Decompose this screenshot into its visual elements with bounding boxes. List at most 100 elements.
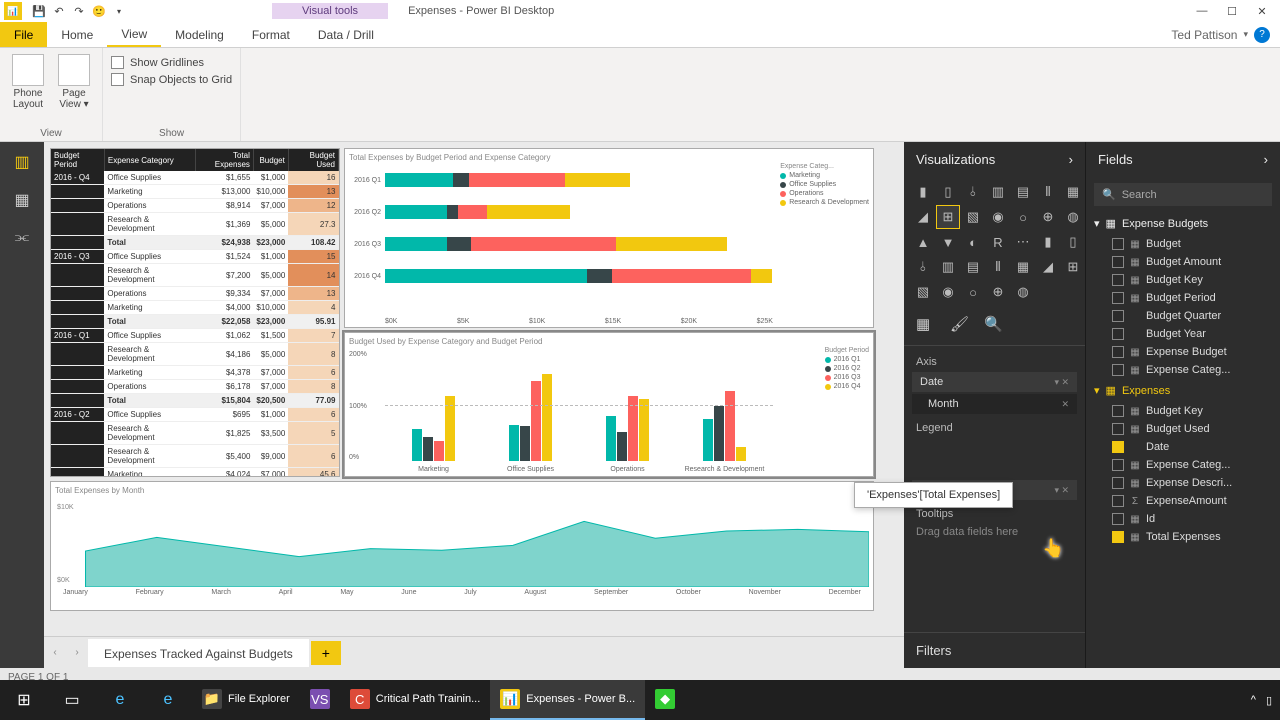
viz-type-button[interactable]: ▧ — [962, 206, 984, 228]
taskbar-item[interactable]: VS — [300, 680, 340, 720]
viz-pane-header[interactable]: Visualizations › — [904, 142, 1085, 177]
nav-model-icon[interactable]: ⫘ — [8, 224, 36, 252]
show-gridlines-checkbox[interactable]: Show Gridlines — [111, 56, 232, 69]
taskbar-item[interactable]: 📁File Explorer — [192, 680, 300, 720]
viz-type-button[interactable]: ▤ — [1012, 181, 1034, 203]
help-icon[interactable]: ? — [1254, 27, 1270, 43]
ie-icon[interactable]: e — [144, 680, 192, 720]
viz-type-button[interactable]: ⊕ — [987, 281, 1009, 303]
viz-type-button[interactable]: ▦ — [1012, 256, 1034, 278]
tray-network-icon[interactable]: ▯ — [1266, 694, 1272, 707]
field-item[interactable]: ΣExpenseAmount — [1086, 492, 1280, 510]
viz-type-button[interactable]: R — [987, 231, 1009, 253]
fields-tab-icon[interactable]: ▦ — [916, 315, 938, 337]
format-tab-icon[interactable]: 🖌 — [950, 315, 972, 337]
emoji-icon[interactable]: 🙂 — [90, 2, 108, 20]
field-item[interactable]: ▦Total Expenses — [1086, 528, 1280, 546]
file-tab[interactable]: File — [0, 22, 47, 47]
viz-type-button[interactable]: ⫰ — [912, 256, 934, 278]
area-chart[interactable]: Total Expenses by Month $10K $0K January… — [50, 481, 874, 611]
nav-data-icon[interactable]: ▦ — [8, 186, 36, 214]
field-item[interactable]: Date — [1086, 438, 1280, 456]
fields-pane-header[interactable]: Fields › — [1086, 142, 1280, 177]
viz-type-button[interactable]: ▯ — [1062, 231, 1084, 253]
menu-tab-format[interactable]: Format — [238, 22, 304, 47]
viz-type-button[interactable]: ⋯ — [1012, 231, 1034, 253]
page-view-button[interactable]: Page View ▾ — [54, 52, 94, 112]
maximize-button[interactable]: ☐ — [1220, 1, 1244, 21]
field-item[interactable]: ▦Expense Budget — [1086, 343, 1280, 361]
field-item[interactable]: ▦Budget Used — [1086, 420, 1280, 438]
viz-type-button[interactable]: ▯ — [937, 181, 959, 203]
close-button[interactable]: ✕ — [1250, 1, 1274, 21]
field-item[interactable]: Budget Quarter — [1086, 307, 1280, 325]
viz-type-button[interactable]: ◉ — [987, 206, 1009, 228]
viz-type-button[interactable]: ⊞ — [1062, 256, 1084, 278]
edge-icon[interactable]: e — [96, 680, 144, 720]
snap-to-grid-checkbox[interactable]: Snap Objects to Grid — [111, 73, 232, 86]
viz-type-button[interactable]: ▤ — [962, 256, 984, 278]
viz-type-button[interactable]: ▼ — [937, 231, 959, 253]
menu-tab-modeling[interactable]: Modeling — [161, 22, 238, 47]
undo-icon[interactable]: ↶ — [50, 2, 68, 20]
field-item[interactable]: ▦Budget — [1086, 235, 1280, 253]
menu-tab-view[interactable]: View — [107, 22, 161, 47]
field-item[interactable]: ▦Expense Categ... — [1086, 361, 1280, 379]
save-icon[interactable]: 💾 — [30, 2, 48, 20]
field-item[interactable]: Budget Year — [1086, 325, 1280, 343]
nav-report-icon[interactable]: ▥ — [8, 148, 36, 176]
viz-type-button[interactable]: ⊞ — [937, 206, 959, 228]
field-item[interactable]: ▦Expense Categ... — [1086, 456, 1280, 474]
field-item[interactable]: ▦Expense Descri... — [1086, 474, 1280, 492]
viz-type-button[interactable]: ▧ — [912, 281, 934, 303]
tray-chevron-icon[interactable]: ^ — [1251, 694, 1256, 706]
legend-empty[interactable] — [904, 436, 1085, 456]
viz-type-button[interactable]: ○ — [1012, 206, 1034, 228]
menu-tab-home[interactable]: Home — [47, 22, 107, 47]
redo-icon[interactable]: ↷ — [70, 2, 88, 20]
viz-type-button[interactable]: ⫰ — [962, 181, 984, 203]
viz-type-button[interactable]: ◍ — [1062, 206, 1084, 228]
stacked-bar-chart[interactable]: Total Expenses by Budget Period and Expe… — [344, 148, 874, 328]
viz-type-button[interactable]: ◉ — [937, 281, 959, 303]
menu-tab-datadrill[interactable]: Data / Drill — [304, 22, 388, 47]
viz-type-button[interactable]: ◢ — [912, 206, 934, 228]
page-tab[interactable]: Expenses Tracked Against Budgets — [88, 639, 309, 667]
minimize-button[interactable]: — — [1190, 1, 1214, 21]
field-item[interactable]: ▦Budget Key — [1086, 271, 1280, 289]
system-tray[interactable]: ^ ▯ — [1251, 694, 1280, 707]
qat-more-icon[interactable]: ▾ — [110, 2, 128, 20]
phone-layout-button[interactable]: Phone Layout — [8, 52, 48, 112]
viz-type-button[interactable]: ▲ — [912, 231, 934, 253]
viz-type-button[interactable]: ⫴ — [987, 256, 1009, 278]
viz-type-button[interactable]: ⊕ — [1037, 206, 1059, 228]
viz-type-button[interactable]: ◍ — [1012, 281, 1034, 303]
viz-type-button[interactable]: ▥ — [937, 256, 959, 278]
taskbar-item[interactable]: ◆ — [645, 680, 685, 720]
field-item[interactable]: ▦Budget Period — [1086, 289, 1280, 307]
axis-field[interactable]: Date ▾ ✕ — [912, 372, 1077, 392]
field-item[interactable]: ▦Budget Key — [1086, 402, 1280, 420]
viz-type-button[interactable]: ▮ — [1037, 231, 1059, 253]
tab-next-button[interactable]: › — [66, 647, 88, 658]
viz-type-button[interactable]: ⫴ — [1037, 181, 1059, 203]
filters-header[interactable]: Filters — [904, 632, 1085, 668]
viz-type-button[interactable]: ◢ — [1037, 256, 1059, 278]
signed-in-user[interactable]: Ted Pattison ▾ ? — [1161, 22, 1280, 47]
task-view-button[interactable]: ▭ — [48, 680, 96, 720]
tab-prev-button[interactable]: ‹ — [44, 647, 66, 658]
viz-type-button[interactable]: ○ — [962, 281, 984, 303]
viz-type-button[interactable]: ▦ — [1062, 181, 1084, 203]
matrix-visual[interactable]: Budget PeriodExpense CategoryTotal Expen… — [50, 148, 340, 477]
field-table-header[interactable]: ▾▦Expenses — [1086, 379, 1280, 402]
viz-type-button[interactable]: ▥ — [987, 181, 1009, 203]
viz-type-button[interactable]: ▮ — [912, 181, 934, 203]
taskbar-item[interactable]: CCritical Path Trainin... — [340, 680, 491, 720]
field-table-header[interactable]: ▾▦Expense Budgets — [1086, 212, 1280, 235]
report-canvas[interactable]: Budget PeriodExpense CategoryTotal Expen… — [44, 142, 904, 668]
analytics-tab-icon[interactable]: 🔍 — [984, 315, 1006, 337]
start-button[interactable]: ⊞ — [0, 680, 48, 720]
axis-subfield[interactable]: Month ✕ — [912, 394, 1077, 414]
viz-type-button[interactable]: ◐ — [962, 231, 984, 253]
field-item[interactable]: ▦Budget Amount — [1086, 253, 1280, 271]
